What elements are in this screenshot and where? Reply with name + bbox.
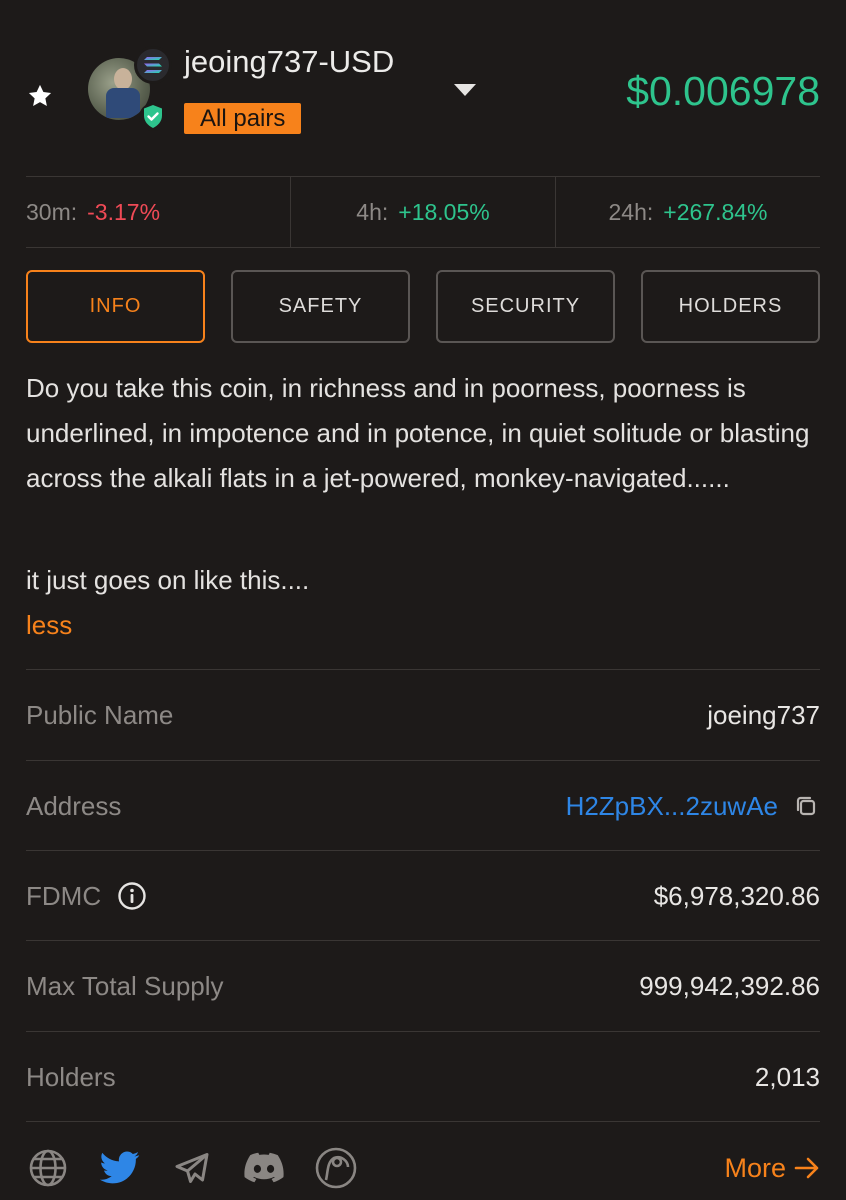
pair-name: jeoing737-USD — [184, 44, 395, 79]
tab-info[interactable]: INFO — [26, 270, 205, 343]
discord-icon[interactable] — [242, 1146, 286, 1190]
detail-label: FDMC — [26, 880, 102, 911]
globe-icon[interactable] — [26, 1146, 70, 1190]
detail-value: 999,942,392.86 — [639, 970, 820, 1001]
more-link[interactable]: More — [724, 1153, 820, 1184]
detail-value: 2,013 — [754, 1061, 820, 1092]
token-price: $0.006978 — [626, 68, 820, 114]
change-24h: 24h: +267.84% — [556, 177, 820, 247]
tab-safety[interactable]: SAFETY — [231, 270, 410, 343]
token-description-continued: it just goes on like this.... — [26, 565, 310, 595]
address-value-group: H2ZpBX...2zuwAe — [566, 791, 820, 822]
more-label: More — [724, 1152, 786, 1183]
solana-icon — [134, 46, 172, 84]
info-icon[interactable] — [117, 881, 147, 911]
detail-value: $6,978,320.86 — [653, 880, 820, 911]
tab-security[interactable]: SECURITY — [436, 270, 615, 343]
arrow-right-icon — [794, 1157, 819, 1179]
change-label: 30m: — [26, 198, 78, 225]
twitter-icon[interactable] — [98, 1146, 142, 1190]
address-link[interactable]: H2ZpBX...2zuwAe — [566, 791, 778, 822]
detail-label-group: FDMC — [26, 881, 147, 912]
star-icon[interactable] — [26, 82, 54, 110]
info-tabs: INFO SAFETY SECURITY HOLDERS — [26, 270, 820, 344]
detail-value: joeing737 — [707, 699, 820, 730]
detail-label: Public Name — [26, 699, 174, 730]
telegram-icon[interactable] — [170, 1146, 214, 1190]
change-value: +18.05% — [398, 198, 490, 225]
token-description: Do you take this coin, in richness and i… — [26, 373, 810, 493]
detail-row-fdmc: FDMC $6,978,320.86 — [26, 851, 820, 941]
change-4h: 4h: +18.05% — [291, 177, 556, 247]
detail-label: Address — [26, 790, 122, 821]
detail-label: Holders — [26, 1061, 116, 1092]
detail-label: Max Total Supply — [26, 970, 224, 1001]
detail-row-public-name: Public Name joeing737 — [26, 670, 820, 760]
tab-holders[interactable]: HOLDERS — [641, 270, 820, 343]
token-header: jeoing737-USD All pairs $0.006978 — [0, 0, 846, 176]
change-value: +267.84% — [663, 198, 768, 225]
social-links: More — [26, 1140, 820, 1196]
detail-row-max-supply: Max Total Supply 999,942,392.86 — [26, 941, 820, 1031]
verified-shield-icon — [139, 103, 167, 131]
divider — [26, 247, 820, 248]
coingecko-icon[interactable] — [314, 1146, 358, 1190]
change-label: 24h: — [608, 198, 654, 225]
detail-row-address: Address H2ZpBX...2zuwAe — [26, 761, 820, 851]
change-label: 4h: — [356, 198, 389, 225]
divider — [26, 1121, 820, 1122]
show-less-link[interactable]: less — [26, 603, 72, 648]
change-30m: 30m: -3.17% — [26, 177, 291, 247]
change-value: -3.17% — [87, 198, 161, 225]
all-pairs-badge[interactable]: All pairs — [184, 103, 302, 134]
detail-row-holders: Holders 2,013 — [26, 1032, 820, 1122]
chevron-down-icon[interactable] — [452, 82, 478, 98]
copy-icon[interactable] — [792, 792, 820, 820]
price-change-bar: 30m: -3.17% 4h: +18.05% 24h: +267.84% — [26, 177, 820, 247]
